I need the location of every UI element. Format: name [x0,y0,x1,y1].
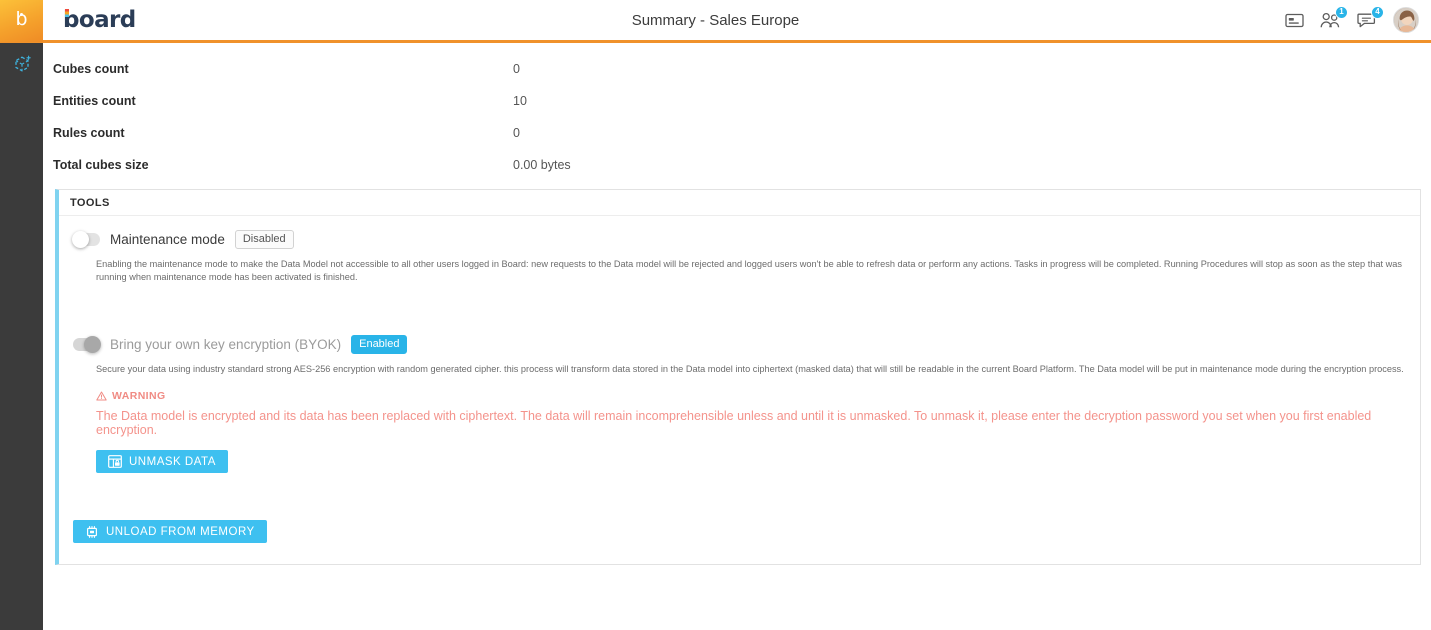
maintenance-mode-block: Maintenance mode Disabled Enabling the m… [72,230,1420,285]
chat-badge: 4 [1371,5,1384,19]
summary-value: 0.00 bytes [513,158,571,172]
maintenance-mode-row: Maintenance mode Disabled [72,230,1420,250]
tools-panel-body: Maintenance mode Disabled Enabling the m… [59,216,1420,564]
byok-status-badge: Enabled [351,334,408,354]
unmask-data-button-label: UNMASK DATA [129,455,216,468]
logo-mark: b [15,7,28,30]
summary-label: Total cubes size [53,158,149,172]
main-content: Cubes count 0 Entities count 10 Rules co… [43,43,1431,630]
byok-warning-text: The Data model is encrypted and its data… [96,409,1372,438]
summary-row-rules-count: Rules count 0 [53,117,1431,149]
users-icon[interactable]: 1 [1320,5,1348,29]
byok-row: Bring your own key encryption (BYOK) Ena… [73,334,1420,354]
top-bar: b board Summary - Sales Europe 1 4 [0,0,1431,43]
top-bar-actions: 1 4 [1285,5,1431,33]
users-badge: 1 [1335,5,1348,19]
summary-label: Rules count [53,126,125,140]
summary-label: Cubes count [53,62,129,76]
card-icon[interactable] [1285,13,1304,28]
summary-value: 10 [513,94,527,108]
left-rail [0,43,43,630]
warning-triangle-icon [96,391,107,401]
unmask-data-button[interactable]: UNMASK DATA [96,450,228,474]
page-title: Summary - Sales Europe [631,11,800,29]
byok-label: Bring your own key encryption (BYOK) [110,336,342,352]
maintenance-mode-label: Maintenance mode [110,232,225,248]
unload-from-memory-button-label: UNLOAD FROM MEMORY [106,525,255,538]
maintenance-mode-description: Enabling the maintenance mode to make th… [96,259,1402,283]
byok-warning-title: WARNING [112,390,166,403]
byok-warning-header: WARNING [96,390,1420,402]
avatar[interactable] [1393,7,1419,33]
unload-from-memory-button[interactable]: UNLOAD FROM MEMORY [73,520,267,544]
toggle-knob [84,335,101,353]
tools-panel-title: TOOLS [70,196,110,209]
summary-row-cubes-count: Cubes count 0 [53,53,1431,85]
tools-panel-header: TOOLS [59,190,1420,216]
summary-row-entities-count: Entities count 10 [53,85,1431,117]
byok-toggle[interactable] [73,335,101,353]
add-cube-icon [11,53,33,75]
summary-list: Cubes count 0 Entities count 10 Rules co… [43,43,1431,181]
summary-value: 0 [513,62,520,76]
summary-label: Entities count [53,94,136,108]
byok-description: Secure your data using industry standard… [96,363,1404,374]
tools-panel: TOOLS Maintenance mode Disabled Enabling… [55,189,1421,565]
maintenance-mode-status-badge: Disabled [234,230,294,250]
summary-value: 0 [513,126,520,140]
brand-name: board [63,7,136,33]
brand-logo: board [63,7,136,33]
toggle-knob [72,231,89,249]
unmask-table-lock-icon [108,455,122,469]
chat-icon[interactable]: 4 [1357,5,1384,29]
byok-block: Bring your own key encryption (BYOK) Ena… [73,334,1420,474]
unload-memory-icon [85,525,99,539]
brand-accent-bars [65,9,69,17]
sidebar-item-add-cube[interactable] [0,43,43,85]
summary-row-total-cubes-size: Total cubes size 0.00 bytes [53,149,1431,181]
maintenance-mode-toggle[interactable] [72,231,100,249]
app-logo-tile[interactable]: b [0,0,43,42]
